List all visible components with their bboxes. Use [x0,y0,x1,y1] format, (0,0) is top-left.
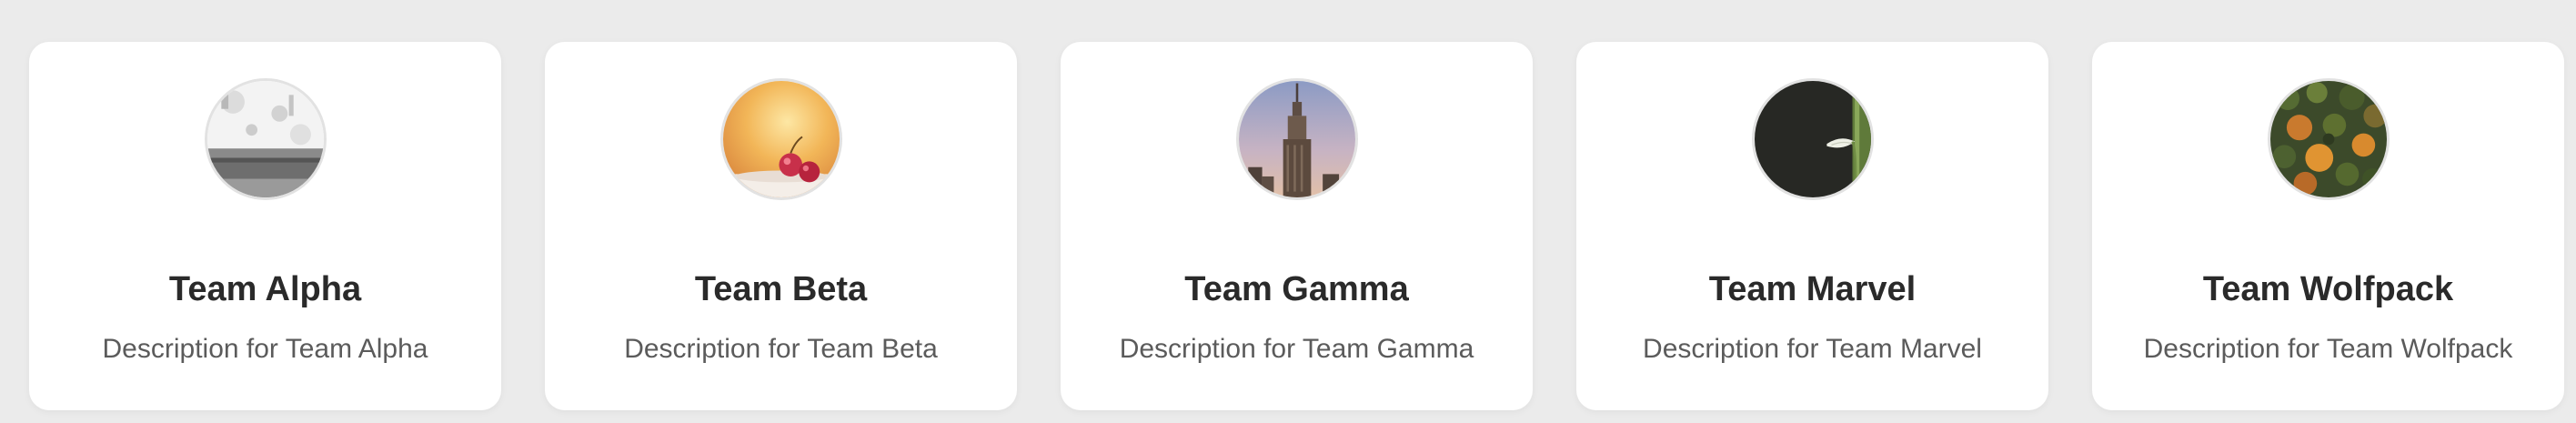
team-card-beta[interactable]: Team Beta Description for Team Beta [545,42,1017,410]
concrete-wall-photo [206,81,324,197]
team-avatar-alpha [204,78,327,200]
team-name: Team Beta [694,270,868,308]
team-description: Description for Team Wolfpack [2143,333,2513,364]
forest-aerial-photo [2269,81,2387,197]
team-card-list: Team Alpha Description for Team Alpha Te… [29,42,2564,410]
team-cards-page: Team Alpha Description for Team Alpha Te… [0,0,2576,423]
team-card-marvel[interactable]: Team Marvel Description for Team Marvel [1576,42,2048,410]
cherries-sunset-photo [722,81,840,197]
team-name: Team Wolfpack [2202,270,2454,308]
team-description: Description for Team Alpha [102,333,428,364]
team-description: Description for Team Gamma [1119,333,1474,364]
team-card-gamma[interactable]: Team Gamma Description for Team Gamma [1061,42,1533,410]
team-card-wolfpack[interactable]: Team Wolfpack Description for Team Wolfp… [2092,42,2564,410]
team-name: Team Gamma [1184,270,1409,308]
team-avatar-wolfpack [2267,78,2390,200]
team-description: Description for Team Beta [624,333,938,364]
team-card-alpha[interactable]: Team Alpha Description for Team Alpha [29,42,501,410]
team-avatar-beta [719,78,842,200]
team-avatar-marvel [1751,78,1874,200]
team-name: Team Alpha [168,270,362,308]
dark-flower-photo [1754,81,1871,197]
team-avatar-gamma [1235,78,1358,200]
skyscraper-photo [1238,81,1355,197]
team-description: Description for Team Marvel [1643,333,1982,364]
team-name: Team Marvel [1708,270,1917,308]
